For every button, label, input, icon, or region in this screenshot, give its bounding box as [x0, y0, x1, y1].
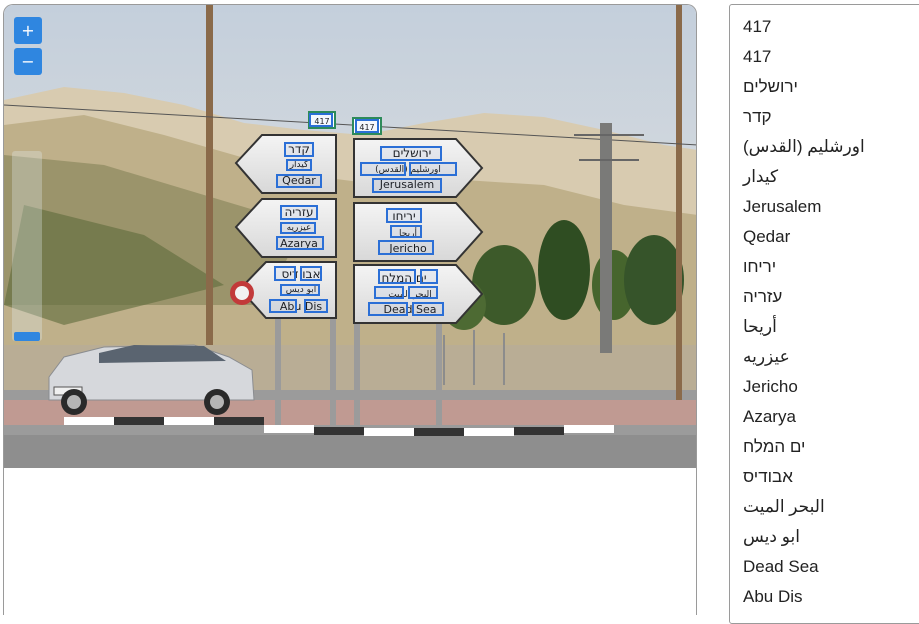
- list-item[interactable]: Jerusalem: [743, 192, 821, 222]
- ocr-box-abudis-arabic[interactable]: [280, 284, 320, 296]
- list-item[interactable]: ירושלים: [743, 72, 798, 102]
- list-item[interactable]: 417: [743, 12, 771, 42]
- ocr-box-azarya-english[interactable]: [276, 236, 324, 250]
- ocr-box-jerusalem-arabic-1[interactable]: [409, 162, 457, 176]
- ocr-box-jerusalem-arabic-2[interactable]: [360, 162, 406, 176]
- ocr-box-jerusalem-english[interactable]: [372, 178, 442, 193]
- list-item[interactable]: Jericho: [743, 372, 798, 402]
- list-item[interactable]: ابو ديس: [743, 522, 800, 552]
- list-item[interactable]: كيدار: [743, 162, 778, 192]
- ocr-box-jericho-arabic[interactable]: [390, 225, 422, 238]
- ocr-box-deadsea-hebrew-1[interactable]: [420, 269, 438, 284]
- list-item[interactable]: ים המלח: [743, 432, 805, 462]
- list-item[interactable]: אבודיס: [743, 462, 793, 492]
- ocr-box-abudis-english-1[interactable]: [269, 299, 297, 313]
- ocr-box-qedar-hebrew[interactable]: [284, 142, 314, 157]
- list-item[interactable]: Qedar: [743, 222, 790, 252]
- list-item[interactable]: יריחו: [743, 252, 776, 282]
- ocr-box-deadsea-english-2[interactable]: [412, 302, 444, 316]
- ocr-box-route-left[interactable]: [309, 113, 333, 127]
- recognized-text-list[interactable]: 417 417 ירושלים קדר اورشليم (القدس) كيدا…: [729, 4, 919, 624]
- photo-scene: קדר كيدار Qedar עזריה عيزريه Azarya אבו …: [4, 5, 696, 468]
- list-item[interactable]: Dead Sea: [743, 552, 819, 582]
- zoom-out-button[interactable]: −: [14, 48, 42, 75]
- street-sign-photo[interactable]: קדר كيدار Qedar עזריה عيزريه Azarya אבו …: [4, 5, 696, 468]
- ocr-box-abudis-hebrew-2[interactable]: [274, 266, 296, 281]
- list-item[interactable]: عيزريه: [743, 342, 790, 372]
- ocr-box-jericho-hebrew[interactable]: [386, 208, 422, 223]
- ocr-box-abudis-hebrew-1[interactable]: [300, 266, 322, 281]
- ocr-box-qedar-english[interactable]: [276, 174, 322, 188]
- list-item[interactable]: Abu Dis: [743, 582, 803, 612]
- zoom-slider[interactable]: [12, 151, 42, 341]
- list-item[interactable]: 417: [743, 42, 771, 72]
- list-item[interactable]: اورشليم (القدس): [743, 132, 865, 162]
- ocr-box-route-right[interactable]: [355, 119, 379, 133]
- zoom-in-button[interactable]: +: [14, 17, 42, 44]
- list-item[interactable]: עזריה: [743, 282, 782, 312]
- list-item[interactable]: أريحا: [743, 312, 777, 342]
- ocr-box-deadsea-arabic-1[interactable]: [408, 286, 438, 299]
- list-item[interactable]: Azarya: [743, 402, 796, 432]
- ocr-box-azarya-hebrew[interactable]: [280, 205, 318, 220]
- image-viewer[interactable]: קדר كيدار Qedar עזריה عيزريه Azarya אבו …: [3, 4, 697, 615]
- ocr-box-deadsea-hebrew-2[interactable]: [378, 269, 416, 284]
- ocr-box-jerusalem-hebrew[interactable]: [380, 146, 442, 161]
- ocr-box-qedar-arabic[interactable]: [286, 159, 312, 171]
- ocr-box-deadsea-english-1[interactable]: [368, 302, 408, 316]
- ocr-box-abudis-english-2[interactable]: [304, 299, 328, 313]
- zoom-slider-thumb[interactable]: [14, 332, 40, 341]
- ocr-box-azarya-arabic[interactable]: [280, 222, 316, 234]
- list-item[interactable]: البحر الميت: [743, 492, 825, 522]
- list-item[interactable]: קדר: [743, 102, 772, 132]
- ocr-box-jericho-english[interactable]: [378, 240, 434, 255]
- ocr-box-deadsea-arabic-2[interactable]: [374, 286, 404, 299]
